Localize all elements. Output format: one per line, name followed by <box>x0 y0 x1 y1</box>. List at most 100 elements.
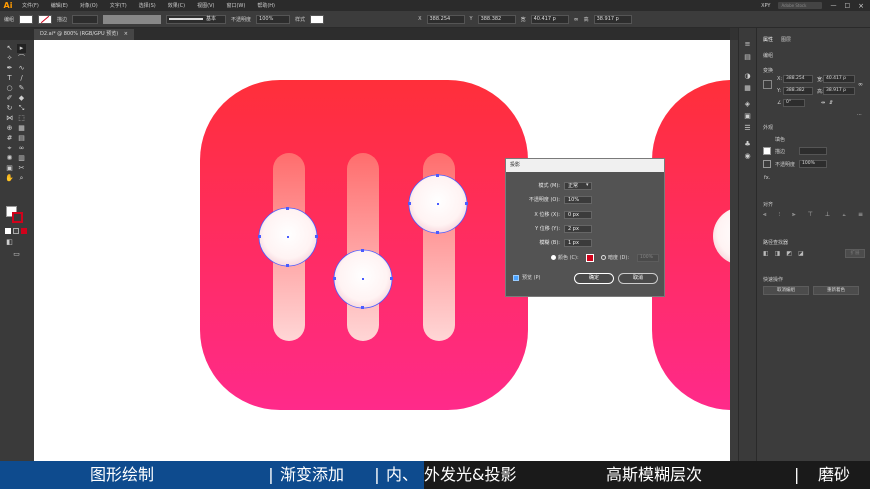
libraries-panel-icon[interactable]: ▤ <box>743 53 752 62</box>
rotate-tool-icon[interactable]: ↻ <box>5 104 14 113</box>
ok-button[interactable]: 确定 <box>574 273 614 284</box>
close-icon[interactable]: × <box>858 2 864 10</box>
more-options-icon[interactable]: ··· <box>857 112 862 118</box>
fill-swatch[interactable] <box>19 14 34 24</box>
slider-track-middle[interactable] <box>347 153 379 341</box>
color-panel-icon[interactable]: ◑ <box>743 72 752 81</box>
tab-close-icon[interactable]: × <box>124 31 128 37</box>
stroke-weight-input[interactable] <box>72 14 99 24</box>
symbol-sprayer-tool-icon[interactable]: ✺ <box>5 154 14 163</box>
constrain-proportions-icon[interactable]: ∞ <box>858 81 863 88</box>
tab-layers[interactable]: 图层 <box>781 36 791 43</box>
menu-file[interactable]: 文件(F) <box>16 2 45 9</box>
blend-tool-icon[interactable]: ∞ <box>17 144 26 153</box>
opacity-input[interactable]: 10% <box>564 196 592 204</box>
color-radio[interactable] <box>551 255 556 260</box>
width-tool-icon[interactable]: ⋈ <box>5 114 14 123</box>
pathfinder-buttons[interactable]: ◧ ◨ ◩ ◪ <box>763 250 827 258</box>
w-input[interactable]: 40.417 p <box>823 75 855 83</box>
menu-object[interactable]: 对象(O) <box>74 2 104 9</box>
selection-tool-icon[interactable]: ↖ <box>5 44 14 53</box>
brush-definition-select[interactable]: 基本 <box>166 14 227 24</box>
reference-point-icon[interactable] <box>763 80 772 89</box>
menu-select[interactable]: 选择(S) <box>133 2 162 9</box>
tab-properties[interactable]: 属性 <box>763 36 773 43</box>
stroke-panel-icon[interactable]: ☰ <box>743 124 752 133</box>
h-input[interactable]: 38.917 p <box>593 14 632 24</box>
y-input[interactable]: 388.382 <box>477 14 516 24</box>
fx-button[interactable]: fx. <box>764 175 770 181</box>
curvature-tool-icon[interactable]: ∿ <box>17 64 26 73</box>
stroke-color-swatch[interactable] <box>12 212 23 223</box>
menu-help[interactable]: 帮助(H) <box>251 2 281 9</box>
chevron-down-icon[interactable]: ▾ <box>586 182 589 188</box>
stroke-swatch[interactable] <box>763 147 771 155</box>
perspective-grid-tool-icon[interactable]: ▦ <box>17 124 26 133</box>
shaper-tool-icon[interactable]: ✐ <box>5 94 14 103</box>
opacity-label[interactable]: 不透明度 <box>231 16 251 23</box>
zoom-tool-icon[interactable]: ⌕ <box>17 174 26 183</box>
align-buttons[interactable]: ⫷ ⫶ ⫸ ⊤ ⊥ ⫠ ≡ <box>763 211 863 219</box>
hand-tool-icon[interactable]: ✋ <box>5 174 14 183</box>
pen-tool-icon[interactable]: ✒ <box>5 64 14 73</box>
draw-mode-icon[interactable]: ◧ <box>5 238 14 247</box>
swatches-panel-icon[interactable]: ▦ <box>743 84 752 93</box>
y-offset-input[interactable]: 2 px <box>564 225 592 233</box>
artboards-panel-icon[interactable]: ▣ <box>743 112 752 121</box>
shadow-color-swatch[interactable] <box>586 254 594 262</box>
blur-input[interactable]: 1 px <box>564 239 592 247</box>
recolor-button[interactable]: 重新着色 <box>813 286 859 295</box>
mesh-tool-icon[interactable]: # <box>5 134 14 143</box>
lasso-tool-icon[interactable]: ⌒ <box>17 54 26 63</box>
x-input[interactable]: 388.254 <box>783 75 813 83</box>
type-tool-icon[interactable]: T <box>5 74 14 83</box>
properties-panel-icon[interactable]: ≡ <box>743 40 752 49</box>
opacity-swatch[interactable] <box>763 160 771 168</box>
graphic-style-swatch[interactable] <box>310 14 325 24</box>
link-icon[interactable]: ∞ <box>574 16 579 23</box>
document-tab[interactable]: D2.ai* @ 800% (RGB/GPU 预览) × <box>34 29 134 40</box>
graphic-styles-panel-icon[interactable]: ◉ <box>743 152 752 161</box>
magic-wand-tool-icon[interactable]: ✧ <box>5 54 14 63</box>
darkness-radio[interactable] <box>601 255 606 260</box>
color-mode-buttons[interactable] <box>5 228 29 234</box>
free-transform-tool-icon[interactable]: ⬚ <box>17 114 26 123</box>
stroke-weight-input[interactable] <box>799 147 827 155</box>
menu-type[interactable]: 文字(T) <box>104 2 133 9</box>
h-input[interactable]: 38.917 p <box>823 87 855 95</box>
vertical-scrollbar[interactable] <box>730 40 738 461</box>
x-input[interactable]: 388.254 <box>426 14 465 24</box>
menu-window[interactable]: 窗口(W) <box>220 2 251 9</box>
screen-mode-icon[interactable]: ▭ <box>12 250 21 259</box>
minimize-icon[interactable]: — <box>830 2 836 9</box>
scale-tool-icon[interactable]: ⤡ <box>17 104 26 113</box>
ungroup-button[interactable]: 取消编组 <box>763 286 809 295</box>
opacity-input[interactable]: 100% <box>256 14 291 24</box>
flip-vertical-icon[interactable]: ⇵ <box>829 100 833 106</box>
workspace-switcher[interactable]: XPY <box>761 3 770 9</box>
gradient-tool-icon[interactable]: ▤ <box>17 134 26 143</box>
ellipse-tool-icon[interactable]: ○ <box>5 84 14 93</box>
cancel-button[interactable]: 取消 <box>618 273 658 284</box>
flip-horizontal-icon[interactable]: ⇹ <box>821 100 825 106</box>
maximize-icon[interactable]: □ <box>844 2 850 9</box>
menu-edit[interactable]: 编辑(E) <box>45 2 74 9</box>
eraser-tool-icon[interactable]: ◆ <box>17 94 26 103</box>
menu-view[interactable]: 视图(V) <box>191 2 220 9</box>
menu-effect[interactable]: 效果(C) <box>162 2 191 9</box>
eyedropper-tool-icon[interactable]: ⌖ <box>5 144 14 153</box>
w-input[interactable]: 40.417 p <box>530 14 569 24</box>
column-graph-tool-icon[interactable]: ▥ <box>17 154 26 163</box>
preview-checkbox[interactable] <box>513 275 519 281</box>
y-input[interactable]: 388.382 <box>783 87 813 95</box>
layers-panel-icon[interactable]: ◈ <box>743 100 752 109</box>
artboard-tool-icon[interactable]: ▣ <box>5 164 14 173</box>
line-tool-icon[interactable]: / <box>17 74 26 83</box>
dialog-title[interactable]: 投影 <box>506 159 664 172</box>
symbols-panel-icon[interactable]: ♣ <box>743 140 752 149</box>
variable-width-profile[interactable] <box>103 14 162 24</box>
shape-builder-tool-icon[interactable]: ⊕ <box>5 124 14 133</box>
direct-selection-tool-icon[interactable]: ▸ <box>17 44 26 53</box>
paintbrush-tool-icon[interactable]: ✎ <box>17 84 26 93</box>
rotate-input[interactable]: 0° <box>783 99 805 107</box>
